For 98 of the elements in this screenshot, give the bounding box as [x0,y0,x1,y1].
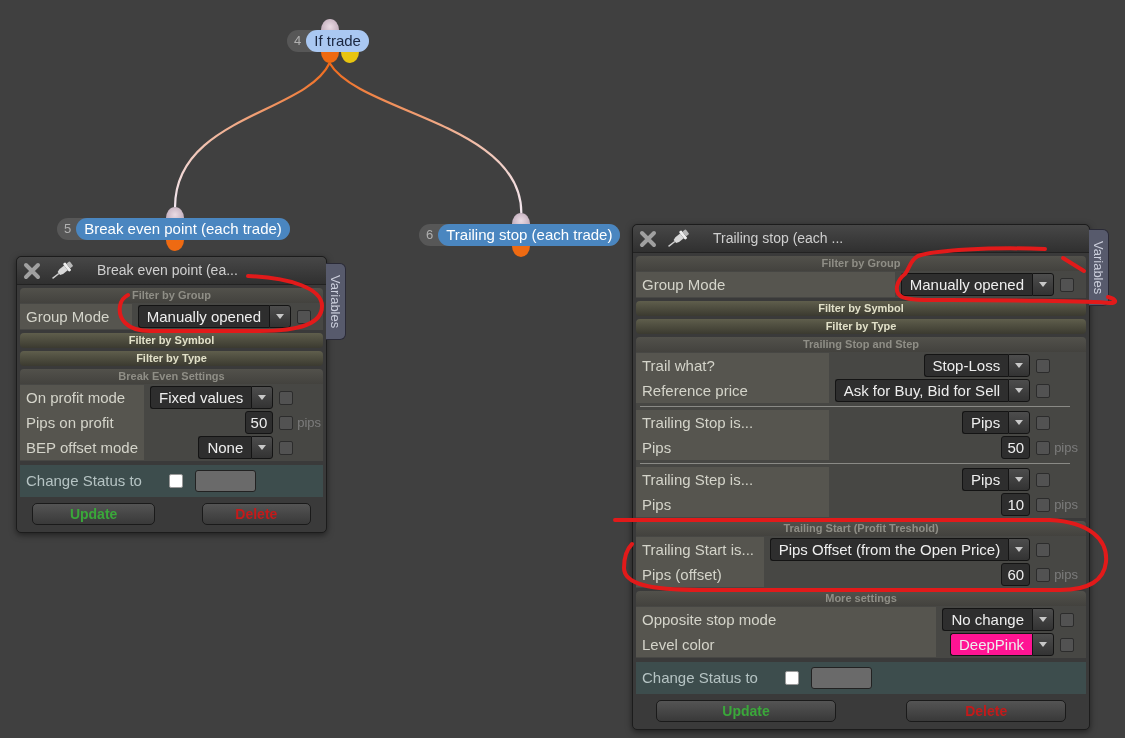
caret-icon [1015,363,1024,368]
node-label[interactable]: Trailing stop (each trade) [438,224,621,246]
field-label: BEP offset mode [20,435,145,460]
dropdown-button[interactable] [1032,273,1054,296]
checkbox[interactable] [1036,567,1051,582]
graph-node[interactable]: 5 Break even point (each trade) [57,218,290,240]
dropdown[interactable]: Pips [961,468,1009,491]
dropdown-button[interactable] [1032,608,1054,631]
checkbox[interactable] [1036,472,1051,487]
node-label[interactable]: If trade [306,30,369,52]
status-label: Change Status to [26,470,143,491]
dropdown-button[interactable] [1008,468,1031,491]
graph-node[interactable]: 4 If trade [287,30,369,52]
caret-icon [1015,477,1024,482]
field-label: Group Mode [636,272,895,297]
caret-icon [1039,282,1047,287]
node-number: 4 [293,32,303,50]
field-label: Pips (offset) [636,562,764,587]
graph-node[interactable]: 6 Trailing stop (each trade) [419,224,621,246]
panel-title: Break even point (ea... [97,261,238,280]
dropdown[interactable]: No change [942,608,1032,631]
dropdown-button[interactable] [251,436,274,459]
checkbox[interactable] [1036,415,1051,430]
dropdown[interactable]: Ask for Buy, Bid for Sell [834,379,1009,402]
checkbox[interactable] [279,390,294,405]
caret-icon [1039,642,1047,647]
input-port-icon[interactable] [320,19,339,30]
field-label: On profit mode [20,385,145,410]
field-label: Pips on profit [20,410,145,435]
field-label: Opposite stop mode [636,607,937,632]
dropdown-button[interactable] [1008,411,1031,434]
dropdown[interactable]: Pips Offset (from the Open Price) [769,538,1009,561]
checkbox[interactable] [169,474,183,488]
caret-icon [1015,547,1024,552]
output-port-icon[interactable] [320,52,339,63]
field-label: Group Mode [20,304,132,329]
dropdown[interactable]: Fixed values [150,386,252,409]
checkbox[interactable] [1036,542,1051,557]
close-icon[interactable] [23,261,41,280]
dropdown[interactable]: Manually opened [900,273,1032,296]
variables-tab[interactable]: Variables [326,263,346,340]
node-number: 6 [425,226,435,244]
dropdown-button[interactable] [1008,379,1031,402]
output-port-icon[interactable] [340,52,359,63]
checkbox[interactable] [1060,637,1074,652]
dropdown-button[interactable] [1032,633,1054,656]
dropdown[interactable]: Manually opened [137,305,269,328]
checkbox[interactable] [1036,383,1051,398]
field-label: Level color [636,632,937,657]
node-label[interactable]: Break even point (each trade) [76,218,290,240]
text-field[interactable] [811,667,872,689]
input-port-icon[interactable] [512,213,531,224]
dropdown-button[interactable] [1008,354,1031,377]
output-port-icon[interactable] [166,240,185,251]
number-field[interactable]: 50 [244,411,274,434]
checkbox[interactable] [1060,277,1074,292]
checkbox[interactable] [279,440,294,455]
checkbox[interactable] [1036,497,1051,512]
dropdown[interactable]: None [198,436,252,459]
close-icon[interactable] [639,229,657,248]
number-field[interactable]: 50 [1001,436,1031,459]
field-label: Pips [636,435,829,460]
checkbox[interactable] [1036,358,1051,373]
output-port-icon[interactable] [512,246,531,257]
field-label: Reference price [636,378,829,403]
section-header[interactable]: Filter by Type [20,351,323,366]
field-label: Pips [636,492,829,517]
caret-icon [276,314,284,319]
field-label: Trailing Step is... [636,467,829,492]
dropdown[interactable]: Pips [961,411,1009,434]
panel-title: Trailing stop (each ... [713,229,844,248]
field-label: Trailing Start is... [636,537,764,562]
dropdown-button[interactable] [269,305,291,328]
section-header[interactable]: Filter by Type [636,319,1086,334]
input-port-icon[interactable] [166,207,185,218]
caret-icon [1015,388,1024,393]
number-field[interactable]: 10 [1001,493,1031,516]
field-label: Trail what? [636,353,829,378]
number-field[interactable]: 60 [1001,563,1031,586]
checkbox[interactable] [1036,440,1051,455]
dropdown[interactable]: Stop-Loss [923,354,1009,377]
checkbox[interactable] [279,415,294,430]
caret-icon [258,445,267,450]
checkbox[interactable] [785,671,799,685]
field-label: Trailing Stop is... [636,410,829,435]
caret-icon [1015,420,1024,425]
checkbox[interactable] [297,309,311,324]
text-field[interactable] [195,470,256,492]
dropdown-button[interactable] [1008,538,1031,561]
caret-icon [258,395,267,400]
status-label: Change Status to [642,667,759,688]
section-header[interactable]: Filter by Symbol [20,333,323,348]
caret-icon [1039,617,1047,622]
section-header[interactable]: Filter by Symbol [636,301,1086,316]
node-number: 5 [63,220,73,238]
dropdown-button[interactable] [251,386,274,409]
variables-tab[interactable]: Variables [1089,229,1109,306]
checkbox[interactable] [1060,612,1074,627]
